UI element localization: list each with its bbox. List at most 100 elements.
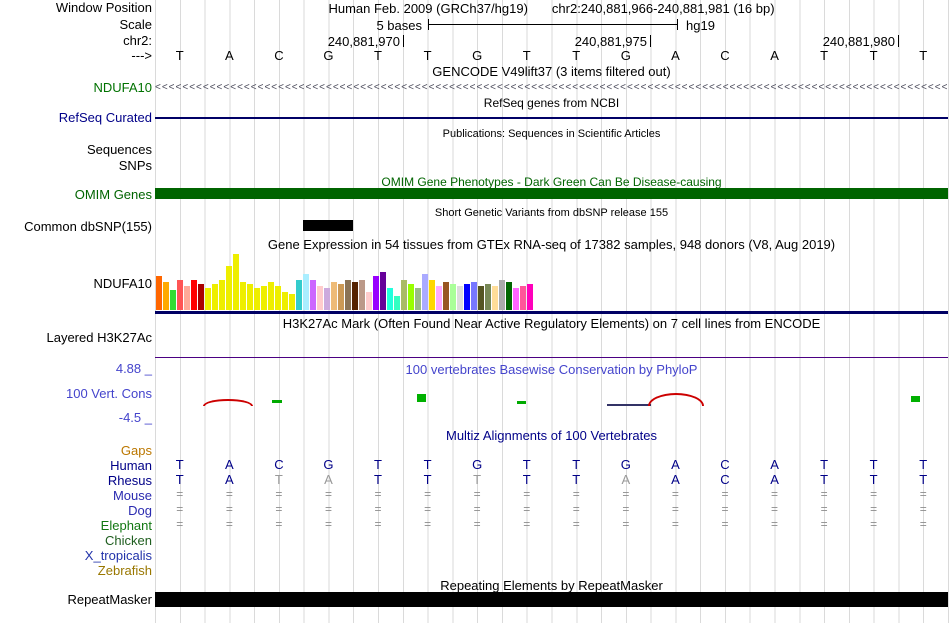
gtex-bar-14[interactable]	[254, 288, 260, 310]
phylop-track-label[interactable]: 100 Vert. Cons	[66, 387, 152, 401]
gtex-bar-40[interactable]	[436, 286, 442, 310]
gtex-bar-44[interactable]	[464, 284, 470, 310]
refseq-track-label[interactable]: RefSeq Curated	[59, 111, 152, 125]
gtex-bar-36[interactable]	[408, 284, 414, 310]
gtex-bar-35[interactable]	[401, 280, 407, 310]
gtex-bar-26[interactable]	[338, 284, 344, 310]
align-unaligned-mark: =	[572, 517, 580, 531]
ruler-base-3: G	[323, 48, 334, 63]
repeatmasker-track-label[interactable]: RepeatMasker	[67, 593, 152, 607]
multiz-species-gaps[interactable]: Gaps	[121, 443, 152, 458]
phylop-mark-0[interactable]	[203, 399, 253, 406]
align-human-base-10: A	[671, 457, 680, 472]
gtex-gene-model-line[interactable]	[155, 311, 948, 314]
gtex-bar-11[interactable]	[233, 254, 239, 310]
gtex-bar-20[interactable]	[296, 280, 302, 310]
refseq-gene-line[interactable]	[155, 117, 948, 119]
gtex-bar-42[interactable]	[450, 284, 456, 310]
gtex-bar-31[interactable]	[373, 276, 379, 310]
gtex-bar-39[interactable]	[429, 280, 435, 310]
gtex-bar-27[interactable]	[345, 280, 351, 310]
multiz-species-human[interactable]: Human	[110, 458, 152, 473]
gtex-bar-16[interactable]	[268, 282, 274, 310]
align-unaligned-mark: =	[324, 502, 332, 516]
gtex-bar-45[interactable]	[471, 282, 477, 310]
multiz-species-rhesus[interactable]: Rhesus	[108, 473, 152, 488]
strand-arrow: --->	[131, 48, 152, 63]
phylop-mark-2[interactable]	[417, 394, 426, 402]
gtex-bar-49[interactable]	[499, 280, 505, 310]
omim-gene-bar[interactable]	[155, 188, 948, 199]
gtex-bar-12[interactable]	[240, 282, 246, 310]
gtex-bar-23[interactable]	[317, 286, 323, 310]
multiz-species-elephant[interactable]: Elephant	[101, 518, 152, 533]
gtex-bar-4[interactable]	[184, 286, 190, 310]
h3k27ac-track-label[interactable]: Layered H3K27Ac	[46, 331, 152, 345]
gencode-track-label[interactable]: NDUFA10	[93, 81, 152, 95]
gtex-bar-38[interactable]	[422, 274, 428, 310]
gtex-bar-48[interactable]	[492, 286, 498, 310]
dbsnp-track-label[interactable]: Common dbSNP(155)	[24, 220, 152, 234]
align-unaligned-mark: =	[374, 487, 382, 501]
gtex-bar-7[interactable]	[205, 288, 211, 310]
repeatmasker-element-bar[interactable]	[155, 592, 948, 607]
multiz-species-zebrafish[interactable]: Zebrafish	[98, 563, 152, 578]
gtex-bar-8[interactable]	[212, 284, 218, 310]
gtex-bar-30[interactable]	[366, 292, 372, 310]
gtex-bar-47[interactable]	[485, 284, 491, 310]
gtex-bar-37[interactable]	[415, 288, 421, 310]
gtex-bar-28[interactable]	[352, 282, 358, 310]
gtex-bar-22[interactable]	[310, 280, 316, 310]
gtex-bar-17[interactable]	[275, 286, 281, 310]
ruler-base-11: C	[720, 48, 730, 63]
gtex-bar-29[interactable]	[359, 280, 365, 310]
multiz-species-x_tropicalis[interactable]: X_tropicalis	[85, 548, 152, 563]
omim-track-label[interactable]: OMIM Genes	[75, 188, 152, 202]
gtex-bar-52[interactable]	[520, 286, 526, 310]
gtex-bar-6[interactable]	[198, 284, 204, 310]
gtex-bar-15[interactable]	[261, 286, 267, 310]
align-unaligned-mark: =	[671, 502, 679, 516]
phylop-mark-4[interactable]	[607, 404, 651, 406]
gtex-bar-33[interactable]	[387, 288, 393, 310]
gtex-bar-53[interactable]	[527, 284, 533, 310]
gtex-bar-46[interactable]	[478, 286, 484, 310]
align-unaligned-mark: =	[771, 517, 779, 531]
gtex-bar-43[interactable]	[457, 286, 463, 310]
ruler-coordinate-2: 240,881,980	[822, 34, 895, 49]
gtex-bar-34[interactable]	[394, 296, 400, 310]
multiz-species-dog[interactable]: Dog	[128, 503, 152, 518]
gtex-bar-2[interactable]	[170, 290, 176, 310]
publications-snps-label[interactable]: SNPs	[119, 159, 152, 173]
gtex-bar-13[interactable]	[247, 284, 253, 310]
gtex-bar-10[interactable]	[226, 266, 232, 310]
publications-sequences-label[interactable]: Sequences	[87, 143, 152, 157]
gtex-bar-18[interactable]	[282, 292, 288, 310]
align-unaligned-mark: =	[671, 487, 679, 501]
gtex-bar-24[interactable]	[324, 288, 330, 310]
gtex-bar-32[interactable]	[380, 272, 386, 310]
gencode-transcript-ndufa10[interactable]: <<<<<<<<<<<<<<<<<<<<<<<<<<<<<<<<<<<<<<<<…	[155, 82, 948, 94]
gtex-bar-3[interactable]	[177, 280, 183, 310]
dbsnp-variant-bar[interactable]	[303, 220, 353, 231]
multiz-species-mouse[interactable]: Mouse	[113, 488, 152, 503]
align-unaligned-mark: =	[324, 517, 332, 531]
gtex-bar-5[interactable]	[191, 280, 197, 310]
phylop-mark-3[interactable]	[517, 401, 526, 404]
gtex-bar-1[interactable]	[163, 282, 169, 310]
align-unaligned-mark: =	[820, 487, 828, 501]
gtex-track-label[interactable]: NDUFA10	[93, 277, 152, 291]
align-unaligned-mark: =	[820, 502, 828, 516]
gtex-bar-51[interactable]	[513, 288, 519, 310]
multiz-species-chicken[interactable]: Chicken	[105, 533, 152, 548]
gtex-bar-9[interactable]	[219, 280, 225, 310]
gtex-bar-21[interactable]	[303, 274, 309, 310]
phylop-min-value: -4.5 _	[118, 410, 152, 425]
gtex-bar-19[interactable]	[289, 294, 295, 310]
phylop-mark-1[interactable]	[272, 400, 282, 403]
phylop-mark-6[interactable]	[911, 396, 920, 402]
gtex-bar-41[interactable]	[443, 282, 449, 310]
gtex-bar-50[interactable]	[506, 282, 512, 310]
gtex-bar-0[interactable]	[156, 276, 162, 310]
gtex-bar-25[interactable]	[331, 282, 337, 310]
